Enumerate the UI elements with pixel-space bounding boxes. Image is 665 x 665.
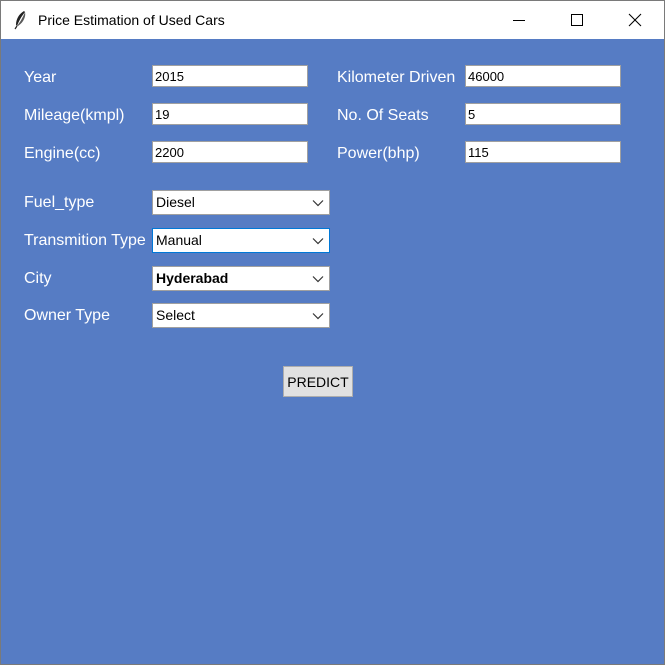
city-value: Hyderabad: [156, 270, 229, 286]
fuel-type-value: Diesel: [156, 194, 195, 210]
mileage-input[interactable]: [152, 103, 308, 125]
transmission-dropdown[interactable]: Manual: [152, 228, 330, 253]
engine-label: Engine(cc): [24, 145, 101, 162]
predict-button[interactable]: PREDICT: [283, 366, 353, 397]
chevron-down-icon: [312, 200, 324, 207]
title-bar[interactable]: Price Estimation of Used Cars: [1, 1, 664, 39]
seats-input[interactable]: [465, 103, 621, 125]
window-title: Price Estimation of Used Cars: [38, 12, 225, 28]
engine-input[interactable]: [152, 141, 308, 163]
close-button[interactable]: [606, 1, 664, 39]
power-input[interactable]: [465, 141, 621, 163]
fuel-type-label: Fuel_type: [24, 194, 95, 211]
close-icon: [628, 13, 642, 27]
city-dropdown[interactable]: Hyderabad: [152, 266, 330, 291]
power-label: Power(bhp): [337, 145, 420, 162]
mileage-label: Mileage(kmpl): [24, 107, 125, 124]
feather-icon: [14, 11, 26, 30]
chevron-down-icon: [312, 238, 324, 245]
owner-type-dropdown[interactable]: Select: [152, 303, 330, 328]
chevron-down-icon: [312, 313, 324, 320]
kilometer-label: Kilometer Driven: [337, 69, 456, 86]
maximize-button[interactable]: [548, 1, 606, 39]
city-label: City: [24, 270, 52, 287]
owner-type-value: Select: [156, 307, 195, 323]
kilometer-input[interactable]: [465, 65, 621, 87]
fuel-type-dropdown[interactable]: Diesel: [152, 190, 330, 215]
transmission-value: Manual: [155, 231, 203, 250]
minimize-icon: [513, 20, 525, 21]
chevron-down-icon: [312, 276, 324, 283]
year-label: Year: [24, 69, 57, 86]
owner-type-label: Owner Type: [24, 307, 110, 324]
transmission-label: Transmition Type: [24, 232, 146, 249]
year-input[interactable]: [152, 65, 308, 87]
app-window: Price Estimation of Used Cars Year Kilom…: [0, 0, 665, 665]
seats-label: No. Of Seats: [337, 107, 429, 124]
minimize-button[interactable]: [490, 1, 548, 39]
maximize-icon: [571, 14, 583, 26]
form-area: Year Kilometer Driven Mileage(kmpl) No. …: [1, 39, 664, 664]
